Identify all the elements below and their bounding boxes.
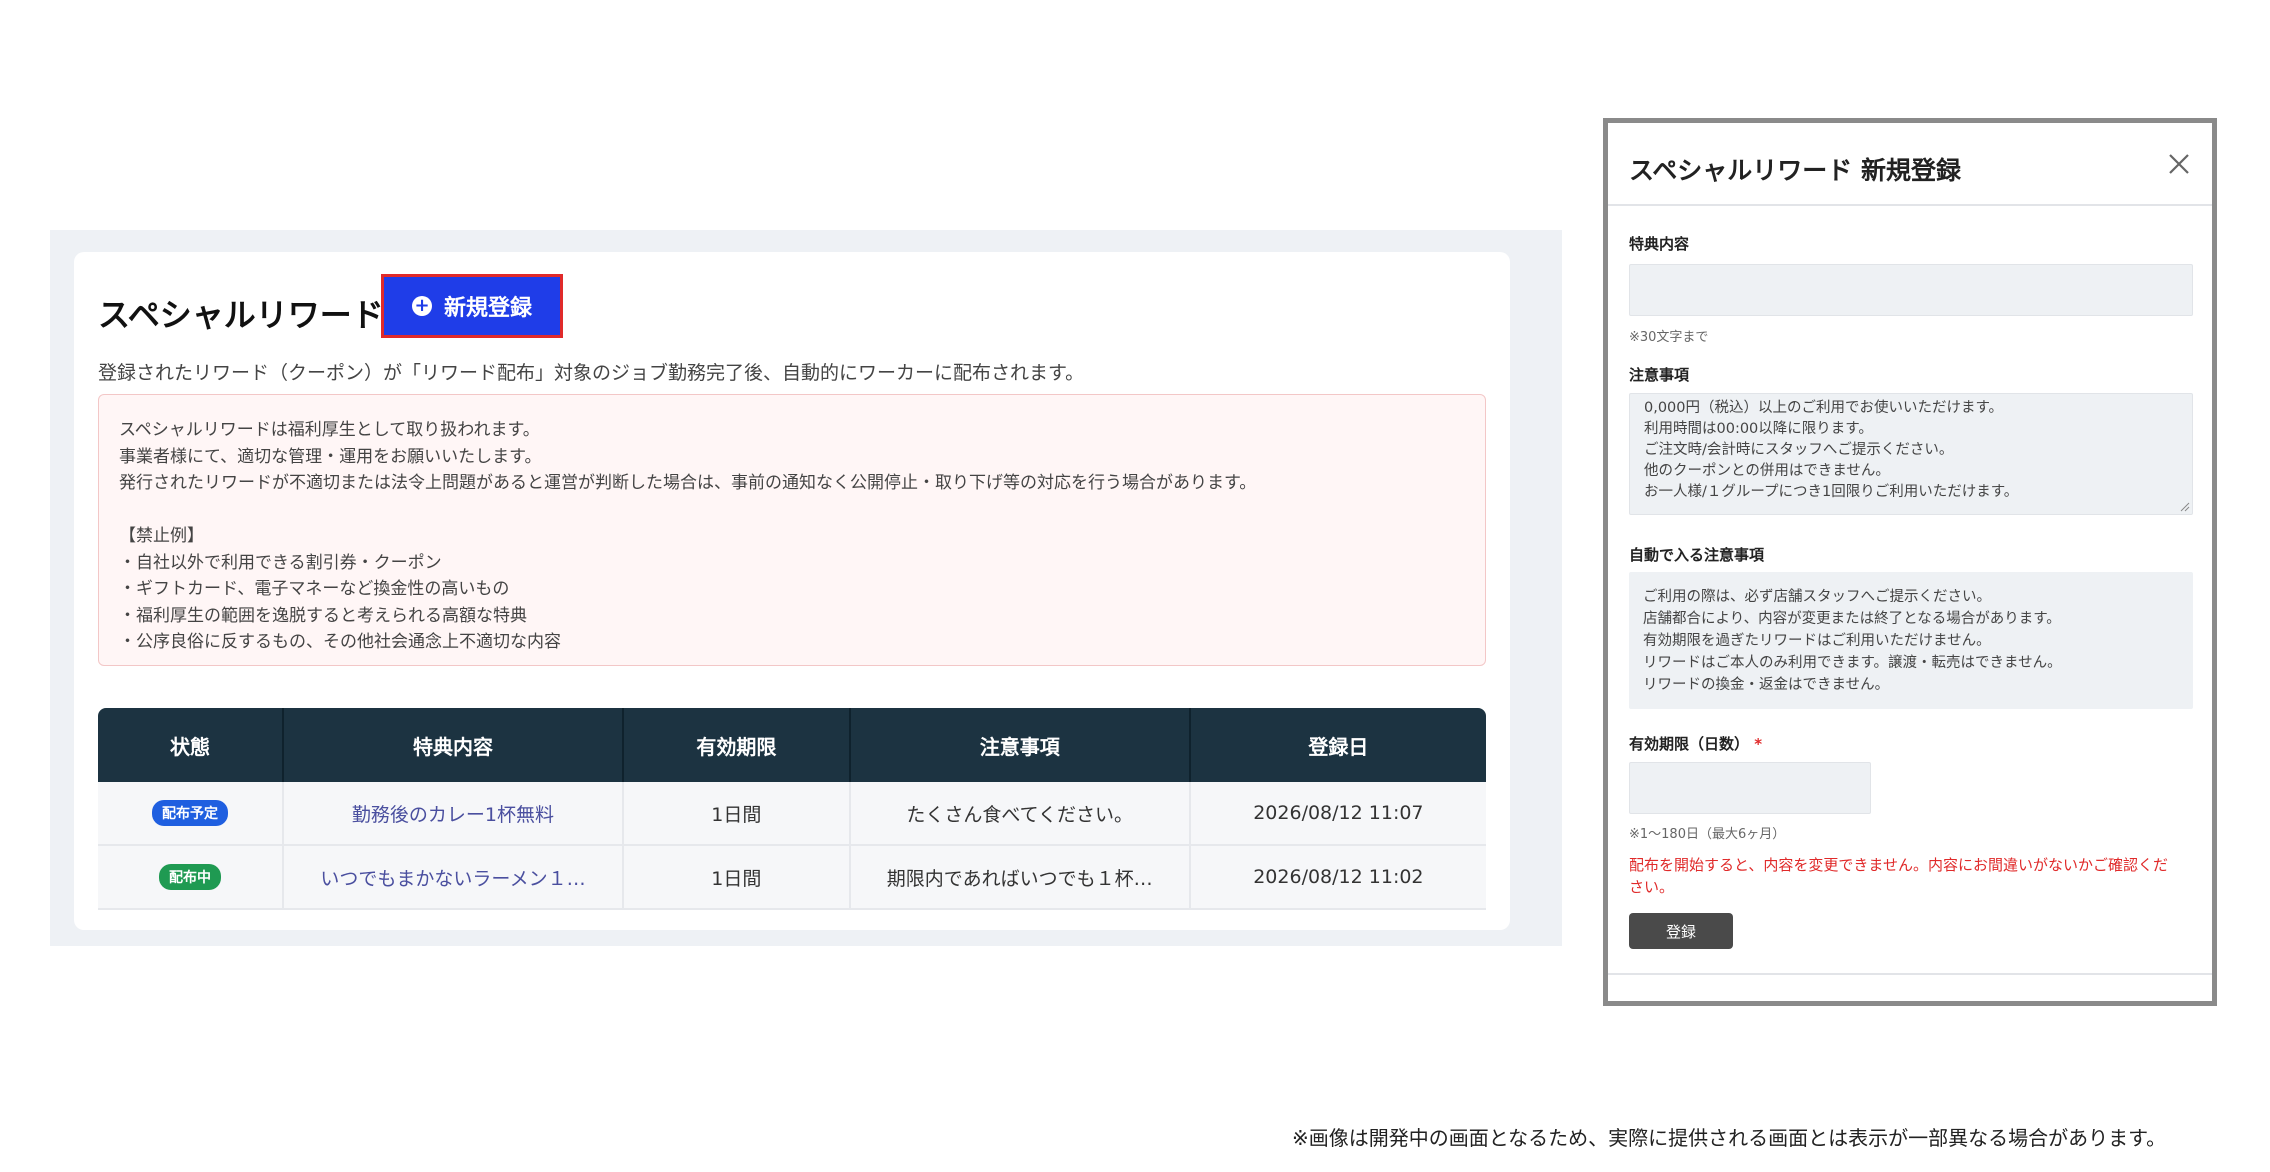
auto-line: 有効期限を過ぎたリワードはご利用いただけません。: [1643, 633, 1991, 649]
date-cell: 2026/08/12 11:07: [1253, 802, 1424, 824]
submit-button[interactable]: 登録: [1629, 913, 1733, 949]
validity-label-text: 有効期限（日数）: [1629, 735, 1750, 753]
status-cell: 配布予定: [98, 782, 284, 844]
reward-table: 状態 特典内容 有効期限 注意事項 登録日 配布予定 勤務後のカレー1杯無料 1…: [98, 708, 1486, 910]
benefit-hint: ※30文字まで: [1629, 330, 1709, 345]
status-cell: 配布中: [98, 846, 284, 908]
reward-list-card: スペシャルリワード + 新規登録 登録されたリワード（クーポン）が「リワード配布…: [74, 252, 1510, 930]
reward-list-panel: スペシャルリワード + 新規登録 登録されたリワード（クーポン）が「リワード配布…: [50, 230, 1562, 946]
benefit-link[interactable]: 勤務後のカレー1杯無料: [284, 782, 624, 844]
notice-line: ・公序良俗に反するもの、その他社会通念上不適切な内容: [119, 632, 561, 652]
notes-textarea[interactable]: 0,000円（税込）以上のご利用でお使いいただけます。 利用時間は00:00以降…: [1629, 393, 2193, 515]
validity-label: 有効期限（日数） *: [1629, 733, 1762, 754]
modal-divider: [1608, 204, 2212, 206]
page-title: スペシャルリワード: [98, 296, 384, 334]
notice-line: ・自社以外で利用できる割引券・クーポン: [119, 552, 442, 573]
modal-footer-divider: [1608, 973, 2212, 975]
status-badge: 配布中: [158, 864, 221, 890]
page-description: 登録されたリワード（クーポン）が「リワード配布」対象のジョブ勤務完了後、自動的に…: [98, 362, 1085, 384]
notice-line: ・福利厚生の範囲を逸脱すると考えられる高額な特典: [119, 605, 527, 626]
status-badge: 配布予定: [151, 800, 228, 826]
notice-line: 発行されたリワードが不適切または法令上問題があると運営が判断した場合は、事前の通…: [119, 473, 1257, 493]
notice-spacer: [119, 497, 1465, 524]
validity-days-input[interactable]: [1629, 762, 1871, 814]
warning-text: 配布を開始すると、内容を変更できません。内容にお間違いがないかご確認ください。: [1629, 856, 2168, 896]
header-date[interactable]: 登録日: [1191, 708, 1486, 782]
plus-circle-icon: +: [411, 296, 432, 316]
notes-cell: 期限内であればいつでも１杯…: [851, 846, 1191, 908]
notes-line: お一人様/１グループにつき1回限りご利用いただけます。: [1644, 484, 2019, 500]
notice-line: スペシャルリワードは福利厚生として取り扱われます。: [119, 420, 540, 440]
notes-line: 利用時間は00:00以降に限ります。: [1644, 421, 1873, 437]
validity-cell: 1日間: [624, 846, 851, 908]
header-benefit[interactable]: 特典内容: [284, 708, 624, 782]
auto-line: リワードはご本人のみ利用できます。譲渡・転売はできません。: [1643, 655, 2062, 671]
auto-line: ご利用の際は、必ず店舗スタッフへご提示ください。: [1643, 589, 1991, 605]
auto-line: リワードの換金・返金はできません。: [1643, 677, 1890, 693]
auto-notes-box: ご利用の際は、必ず店舗スタッフへご提示ください。 店舗都合により、内容が変更また…: [1629, 572, 2193, 709]
notice-line: ・ギフトカード、電子マネーなど換金性の高いもの: [119, 579, 510, 599]
header-status[interactable]: 状態: [98, 708, 284, 782]
modal-title: スペシャルリワード 新規登録: [1629, 156, 1961, 185]
validity-cell: 1日間: [624, 782, 851, 844]
notice-box: スペシャルリワードは福利厚生として取り扱われます。 事業者様にて、適切な管理・運…: [98, 394, 1486, 666]
notice-line: 【禁止例】: [119, 526, 204, 546]
required-mark: *: [1754, 735, 1763, 753]
auto-notes-label: 自動で入る注意事項: [1629, 546, 1765, 564]
benefit-link[interactable]: いつでもまかないラーメン１…: [284, 846, 624, 908]
notes-line: ご注文時/会計時にスタッフへご提示ください。: [1644, 442, 1954, 458]
header-validity[interactable]: 有効期限: [624, 708, 851, 782]
notes-line: 0,000円（税込）以上のご利用でお使いいただけます。: [1644, 400, 2004, 416]
benefit-label: 特典内容: [1629, 235, 1690, 253]
notice-line: 事業者様にて、適切な管理・運用をお願いいたします。: [119, 446, 542, 467]
new-registration-modal: スペシャルリワード 新規登録 特典内容 ※30文字まで 注意事項 0,000円（…: [1603, 118, 2217, 1006]
table-row[interactable]: 配布中 いつでもまかないラーメン１… 1日間 期限内であればいつでも１杯… 20…: [98, 846, 1486, 910]
notes-label: 注意事項: [1629, 366, 1690, 384]
auto-line: 店舗都合により、内容が変更または終了となる場合があります。: [1643, 611, 2061, 627]
footnote: ※画像は開発中の画面となるため、実際に提供される画面とは表示が一部異なる場合があ…: [1292, 1126, 2167, 1150]
new-registration-label: 新規登録: [443, 296, 532, 321]
close-icon[interactable]: [2164, 149, 2194, 179]
notes-cell: たくさん食べてください。: [851, 782, 1191, 844]
resize-handle-icon[interactable]: [2180, 502, 2190, 512]
table-header: 状態 特典内容 有効期限 注意事項 登録日: [98, 708, 1486, 782]
date-cell: 2026/08/12 11:02: [1253, 866, 1424, 888]
new-registration-button[interactable]: + 新規登録: [381, 274, 563, 338]
header-notes[interactable]: 注意事項: [851, 708, 1191, 782]
notes-line: 他のクーポンとの併用はできません。: [1644, 463, 1890, 479]
table-row[interactable]: 配布予定 勤務後のカレー1杯無料 1日間 たくさん食べてください。 2026/0…: [98, 782, 1486, 846]
validity-hint: ※1〜180日（最大6ヶ月）: [1629, 827, 1786, 842]
benefit-input[interactable]: [1629, 264, 2193, 316]
